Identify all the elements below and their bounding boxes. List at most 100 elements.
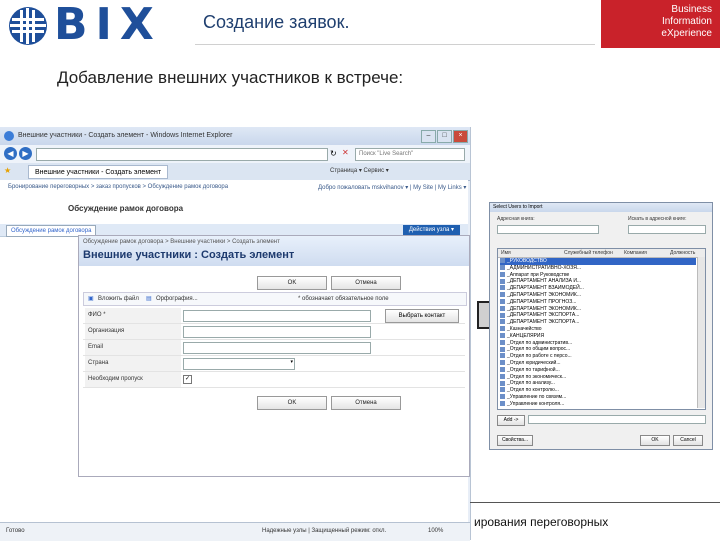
pick-contact-button[interactable]: Выбрать контакт xyxy=(385,309,459,323)
list-item-label: _Отдел по работе с персо... xyxy=(507,353,572,360)
window-controls: – □ × xyxy=(420,130,468,143)
window-title: Внешние участники - Создать элемент - Wi… xyxy=(18,132,233,139)
field-label-organization: Организация xyxy=(85,324,181,339)
site-title: Обсуждение рамок договора xyxy=(68,204,184,213)
form-header: Обсуждение рамок договора > Внешние учас… xyxy=(79,236,469,266)
user-group-icon xyxy=(500,346,505,352)
picker-address-input[interactable] xyxy=(497,225,599,234)
footer-divider xyxy=(470,502,720,503)
site-breadcrumb[interactable]: Бронирование переговорных > заказ пропус… xyxy=(8,184,228,190)
user-group-icon xyxy=(500,326,505,332)
name-field[interactable] xyxy=(183,310,371,322)
refresh-icon[interactable]: ↻ xyxy=(330,149,337,158)
welcome-menu[interactable]: Добро пожаловать mskvihanov ▾ | My Site … xyxy=(318,184,466,191)
tab-current[interactable]: Внешние участники - Создать элемент xyxy=(28,165,168,179)
column-name[interactable]: Имя xyxy=(501,249,511,257)
favorites-icon[interactable]: ★ xyxy=(4,166,11,175)
user-group-icon xyxy=(500,312,505,318)
list-item-label: _Отдел по административ... xyxy=(507,339,573,346)
cancel-button-top[interactable]: Отмена xyxy=(331,276,401,290)
picker-list-header: Имя Служебный телефон Компания Должность xyxy=(498,249,705,258)
user-group-icon xyxy=(500,400,505,406)
list-item[interactable]: _Управление контроля... xyxy=(500,401,696,408)
attach-icon: ▣ xyxy=(88,296,94,302)
organization-field[interactable] xyxy=(183,326,371,338)
user-group-icon xyxy=(500,271,505,277)
user-group-icon xyxy=(500,332,505,338)
close-button[interactable]: × xyxy=(453,130,468,143)
slide-subtitle: Добавление внешних участников к встрече: xyxy=(57,68,404,87)
browser-tools[interactable]: Страница ▾ Сервис ▾ xyxy=(330,167,389,174)
form-title: Внешние участники : Создать элемент xyxy=(83,249,295,261)
user-group-icon xyxy=(500,319,505,325)
search-input[interactable]: Поиск "Live Search" xyxy=(355,148,465,161)
brand-box: Business Information eXperience xyxy=(601,0,720,48)
picker-label-left: Адресная книга: xyxy=(497,216,535,222)
list-item-label: _ДЕПАРТАМЕНТ ЭКСПОРТА... xyxy=(507,312,580,319)
list-item-label: _ДЕПАРТАМЕНТ АНАЛИЗА И... xyxy=(507,278,582,285)
list-item-label: _Отдел по анализу... xyxy=(507,380,555,387)
zoom-level[interactable]: 100% xyxy=(428,528,443,534)
picker-book-select[interactable] xyxy=(628,225,706,234)
required-note: * обозначает обязательное поле xyxy=(298,296,389,302)
browser-title-bar: Внешние участники - Создать элемент - Wi… xyxy=(0,127,470,145)
forward-icon[interactable]: ▶ xyxy=(19,147,32,160)
field-label-country: Страна xyxy=(85,356,181,371)
column-title[interactable]: Должность xyxy=(670,249,695,257)
user-group-icon xyxy=(500,366,505,372)
address-bar: ◀ ▶ ↻ ✕ Поиск "Live Search" xyxy=(0,145,470,163)
list-item-label: _ДЕПАРТАМЕНТ ВЗАИМОДЕЙ... xyxy=(507,285,584,292)
field-label-email: Email xyxy=(85,340,181,355)
spelling-button[interactable]: Орфография... xyxy=(156,293,198,305)
maximize-button[interactable]: □ xyxy=(437,130,452,143)
user-picker-dialog: Select Users to Import Адресная книга: И… xyxy=(489,202,713,450)
field-label-pass: Необходим пропуск xyxy=(85,372,181,387)
picker-cancel-button[interactable]: Cancel xyxy=(673,435,703,446)
back-icon[interactable]: ◀ xyxy=(4,147,17,160)
chevron-down-icon: ▾ xyxy=(290,359,293,365)
user-group-icon xyxy=(500,305,505,311)
properties-button[interactable]: Свойства... xyxy=(497,435,533,446)
ok-button-top[interactable]: OK xyxy=(257,276,327,290)
attach-file-button[interactable]: Вложить файл xyxy=(98,293,139,305)
country-select[interactable]: ▾ xyxy=(183,358,295,370)
user-group-icon xyxy=(500,360,505,366)
cancel-button-bottom[interactable]: Отмена xyxy=(331,396,401,410)
picker-scrollbar[interactable] xyxy=(697,257,705,408)
brand-line-1: Business xyxy=(671,4,712,15)
tab-strip: ★ Внешние участники - Создать элемент Ст… xyxy=(0,163,470,181)
selected-users-input[interactable] xyxy=(528,415,706,424)
user-group-icon xyxy=(500,285,505,291)
email-field[interactable] xyxy=(183,342,371,354)
user-group-icon xyxy=(500,278,505,284)
user-group-icon xyxy=(500,353,505,359)
form-row-organization: Организация xyxy=(83,324,465,340)
pass-checkbox[interactable]: ✓ xyxy=(183,375,192,384)
list-item-label: _Отдел юридический... xyxy=(507,360,561,366)
column-company[interactable]: Компания xyxy=(624,249,647,257)
list-item-label: _Управление контроля... xyxy=(507,400,565,407)
list-item-label: _Отдел по тарифной... xyxy=(507,366,560,373)
add-button[interactable]: Add -> xyxy=(497,415,525,426)
list-item-label: _ДЕПАРТАМЕНТ ПРОГНОЗ... xyxy=(507,298,577,305)
zone-text: Надежные узлы | Защищенный режим: откл. xyxy=(262,528,387,534)
list-item-label: _Отдел по экономическ... xyxy=(507,373,567,380)
status-text: Готово xyxy=(6,528,25,534)
form-row-email: Email xyxy=(83,340,465,356)
logo-text: BIX xyxy=(54,0,162,50)
picker-ok-button[interactable]: OK xyxy=(640,435,670,446)
stop-icon[interactable]: ✕ xyxy=(342,148,349,157)
logo-mark-icon xyxy=(9,7,47,45)
column-phone[interactable]: Служебный телефон xyxy=(564,249,613,257)
list-item-label: _КАНЦЕЛЯРИЯ xyxy=(507,332,545,339)
user-group-icon xyxy=(500,387,505,393)
picker-label-right: Искать в адресной книге: xyxy=(628,216,687,222)
site-actions-menu[interactable]: Действия узла ▾ xyxy=(402,225,460,235)
ok-button-bottom[interactable]: OK xyxy=(257,396,327,410)
form-breadcrumb[interactable]: Обсуждение рамок договора > Внешние учас… xyxy=(83,239,280,245)
field-label-name: ФИО * xyxy=(85,308,181,323)
list-item-label: _ДЕПАРТАМЕНТ ЭКОНОМИК... xyxy=(507,305,581,312)
new-item-form: Обсуждение рамок договора > Внешние учас… xyxy=(78,235,470,477)
address-input[interactable] xyxy=(36,148,328,161)
minimize-button[interactable]: – xyxy=(421,130,436,143)
